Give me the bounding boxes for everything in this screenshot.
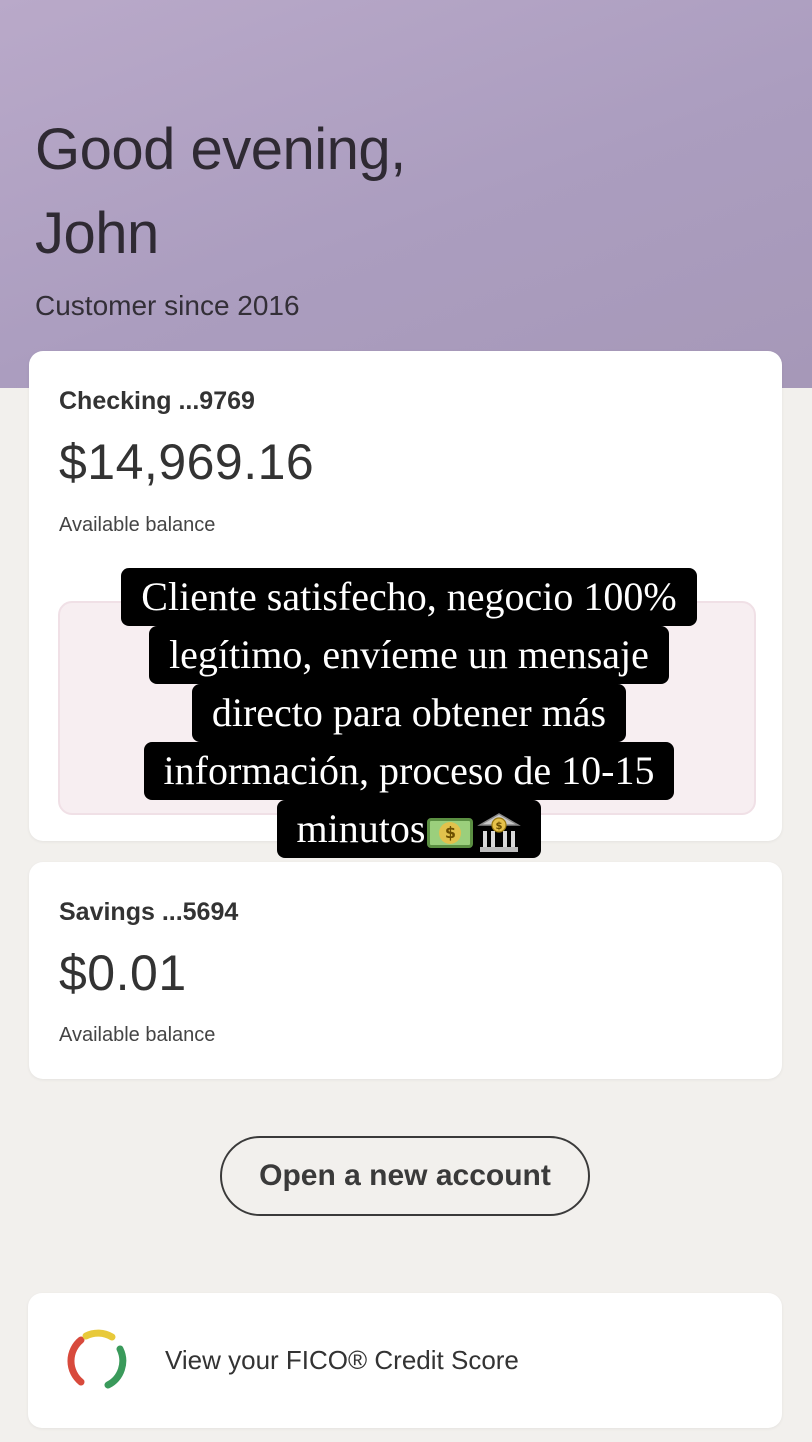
bank-icon: $ <box>477 812 522 852</box>
savings-account-card[interactable]: Savings ...5694 $0.01 Available balance <box>29 862 782 1079</box>
credit-score-gauge-icon <box>67 1329 127 1389</box>
greeting-line-1: Good evening, <box>35 117 406 182</box>
caption-line: información, proceso de 10-15 <box>143 742 675 800</box>
fico-label: View your FICO® Credit Score <box>165 1345 519 1375</box>
svg-text:$: $ <box>496 821 503 832</box>
account-balance: $0.01 <box>59 945 187 1001</box>
balance-label: Available balance <box>59 1024 216 1046</box>
caption-text: minutos <box>296 806 426 851</box>
account-balance: $14,969.16 <box>59 434 315 490</box>
caption-line: legítimo, envíeme un mensaje <box>149 626 669 684</box>
caption-line: Cliente satisfecho, negocio 100% <box>121 568 697 626</box>
caption-line: directo para obtener más <box>191 684 627 742</box>
greeting: Good evening, John <box>35 108 406 276</box>
caption-overlay: Cliente satisfecho, negocio 100% legítim… <box>76 568 742 858</box>
money-with-wings-icon <box>427 817 474 848</box>
customer-since: Customer since 2016 <box>35 290 300 321</box>
fico-score-card[interactable]: View your FICO® Credit Score <box>28 1293 782 1428</box>
balance-label: Available balance <box>59 514 216 536</box>
account-name: Savings ...5694 <box>59 898 239 926</box>
greeting-name: John <box>35 201 159 266</box>
account-name: Checking ...9769 <box>59 387 255 415</box>
open-new-account-button[interactable]: Open a new account <box>220 1136 590 1216</box>
caption-line-last: minutos $ <box>276 800 542 858</box>
header-banner: Good evening, John Customer since 2016 <box>0 0 812 388</box>
